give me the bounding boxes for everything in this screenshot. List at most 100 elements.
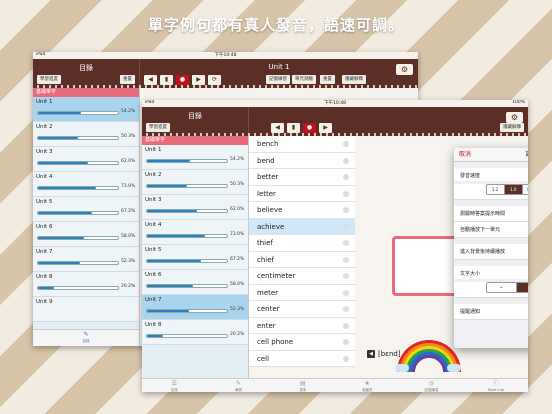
word-text: bench	[257, 140, 279, 148]
gear-icon[interactable]: ⚙	[396, 64, 413, 75]
audio-icon[interactable]	[343, 289, 349, 296]
unit-row[interactable]: Unit 2 50.3%	[142, 170, 248, 195]
audio-icon[interactable]	[343, 190, 349, 197]
speed-segmented-control[interactable]: 1.21.00.850.70.5	[485, 184, 528, 195]
audio-icon[interactable]	[343, 322, 349, 329]
unit-row[interactable]: Unit 8 20.2%	[142, 320, 248, 345]
word-row[interactable]: bend	[249, 152, 355, 169]
unit-name: Unit 1	[36, 99, 53, 105]
word-row[interactable]: bench	[249, 136, 355, 153]
unit-row[interactable]: Unit 9	[33, 297, 139, 322]
progress-fill	[38, 162, 88, 164]
word-text: better	[257, 173, 279, 181]
tab-label: 目錄	[170, 388, 178, 392]
speaker-icon[interactable]: ◀	[367, 350, 375, 358]
unit-row[interactable]: Unit 4 73.0%	[33, 172, 139, 197]
tab-item[interactable]: ✎ 單詞	[206, 379, 270, 393]
word-row[interactable]: centimeter	[249, 268, 355, 285]
word-row[interactable]: believe	[249, 202, 355, 219]
play-icon[interactable]: ▶	[192, 75, 205, 85]
unit-row[interactable]: Unit 3 62.0%	[33, 147, 139, 172]
word-row[interactable]: meter	[249, 284, 355, 301]
word-row[interactable]: better	[249, 169, 355, 186]
unit-row[interactable]: Unit 5 67.2%	[142, 245, 248, 270]
record-icon[interactable]: ●	[303, 123, 316, 133]
autoplay-row: 自動播放下一單元	[454, 222, 528, 238]
play-icon[interactable]: ▶	[319, 123, 332, 133]
word-row[interactable]: enter	[249, 317, 355, 334]
word-row[interactable]: chief	[249, 251, 355, 268]
card-icon[interactable]: ▮	[287, 123, 300, 133]
tab-item[interactable]: ☰ 目錄	[142, 379, 206, 393]
tab-item[interactable]: ◎ 記憶練習	[399, 379, 463, 393]
unit-row[interactable]: Unit 7 52.3%	[142, 295, 248, 320]
modal-title: 設定	[454, 148, 528, 162]
tab-item[interactable]: ⓘ More Info	[464, 379, 528, 393]
tab-icon: ✎	[235, 380, 241, 387]
font-size-row: ••••••	[454, 282, 528, 298]
unit-row[interactable]: Unit 6 58.0%	[142, 270, 248, 295]
audio-icon[interactable]	[343, 240, 349, 246]
hide-button[interactable]: 隱藏解釋	[500, 123, 524, 132]
audio-icon[interactable]	[343, 355, 349, 362]
unit-row[interactable]: Unit 7 52.3%	[33, 247, 139, 272]
left-title: 目錄	[188, 112, 202, 120]
audio-icon[interactable]	[343, 141, 349, 147]
word-row[interactable]: cell phone	[249, 334, 355, 351]
unit-name: Unit 8	[145, 322, 162, 328]
font-size-option[interactable]: ••	[516, 283, 528, 292]
speaker-icon[interactable]: ◀	[144, 75, 157, 85]
progress-button[interactable]: 學習進度	[146, 123, 170, 132]
audio-icon[interactable]	[343, 207, 349, 213]
audio-icon[interactable]	[343, 174, 349, 180]
audio-icon[interactable]	[343, 273, 349, 279]
tab-item[interactable]: ▤ 書本	[271, 379, 335, 393]
unit-row[interactable]: Unit 5 67.2%	[33, 197, 139, 222]
speed-option[interactable]: 1.2	[486, 185, 505, 194]
progress-percent: 54.2%	[121, 109, 136, 114]
reset-button[interactable]: 重置	[120, 75, 135, 84]
unit-row[interactable]: Unit 8 20.2%	[33, 272, 139, 297]
tab-item[interactable]: ★ 收藏夾	[335, 379, 399, 393]
unit-row[interactable]: Unit 1 54.2%	[33, 97, 139, 122]
unit-row[interactable]: Unit 1 54.2%	[142, 145, 248, 170]
speaker-icon[interactable]: ◀	[271, 123, 284, 133]
progress-percent: 50.3%	[121, 134, 136, 139]
word-text: believe	[257, 206, 283, 214]
unit-row[interactable]: Unit 2 50.3%	[33, 122, 139, 147]
progress-percent: 62.0%	[230, 207, 245, 212]
hide-button[interactable]: 隱藏解釋	[342, 75, 366, 84]
word-row[interactable]: achieve	[249, 218, 355, 235]
progress-percent: 73.0%	[230, 232, 245, 237]
unit-row[interactable]: Unit 6 58.0%	[33, 222, 139, 247]
speed-option[interactable]: 0.85	[522, 185, 528, 194]
memory-button[interactable]: 記憶練習	[266, 75, 290, 84]
unit-name: Unit 5	[145, 247, 162, 253]
reset-button-2[interactable]: 重置	[320, 75, 335, 84]
audio-icon[interactable]	[343, 157, 349, 164]
audio-icon[interactable]	[343, 223, 349, 230]
progress-button[interactable]: 學習進度	[37, 75, 61, 84]
unit-row[interactable]: Unit 4 73.0%	[142, 220, 248, 245]
font-size-option[interactable]: •	[486, 283, 517, 292]
promo-headline: 單字例句都有真人發音，語速可調。	[147, 16, 404, 34]
repeat-icon[interactable]: ⟳	[208, 75, 221, 85]
card-icon[interactable]: ▮	[160, 75, 173, 85]
word-list: bench bend better letter believe achieve thief…	[249, 136, 355, 367]
speed-option[interactable]: 1.0	[504, 185, 523, 194]
word-row[interactable]: thief	[249, 235, 355, 252]
audio-icon[interactable]	[343, 256, 349, 263]
review-button[interactable]: 單元測驗	[292, 75, 316, 84]
word-row[interactable]: letter	[249, 185, 355, 202]
audio-icon[interactable]	[343, 306, 349, 312]
word-row[interactable]: center	[249, 301, 355, 318]
background-play-label: 進入背景後持續播放	[460, 249, 506, 255]
settings-modal: 取消 設定 完成 發音速度 1.21.00.850.70.5 測驗時答案提示時間…	[454, 148, 528, 348]
word-row[interactable]: cell	[249, 350, 355, 367]
tab-contents[interactable]: ✎ 目錄	[33, 330, 139, 346]
unit-row[interactable]: Unit 3 62.0%	[142, 195, 248, 220]
font-size-segmented-control[interactable]: ••••••	[485, 282, 528, 293]
gear-icon[interactable]: ⚙	[506, 112, 523, 123]
audio-icon[interactable]	[343, 339, 349, 345]
record-icon[interactable]: ●	[176, 75, 189, 85]
